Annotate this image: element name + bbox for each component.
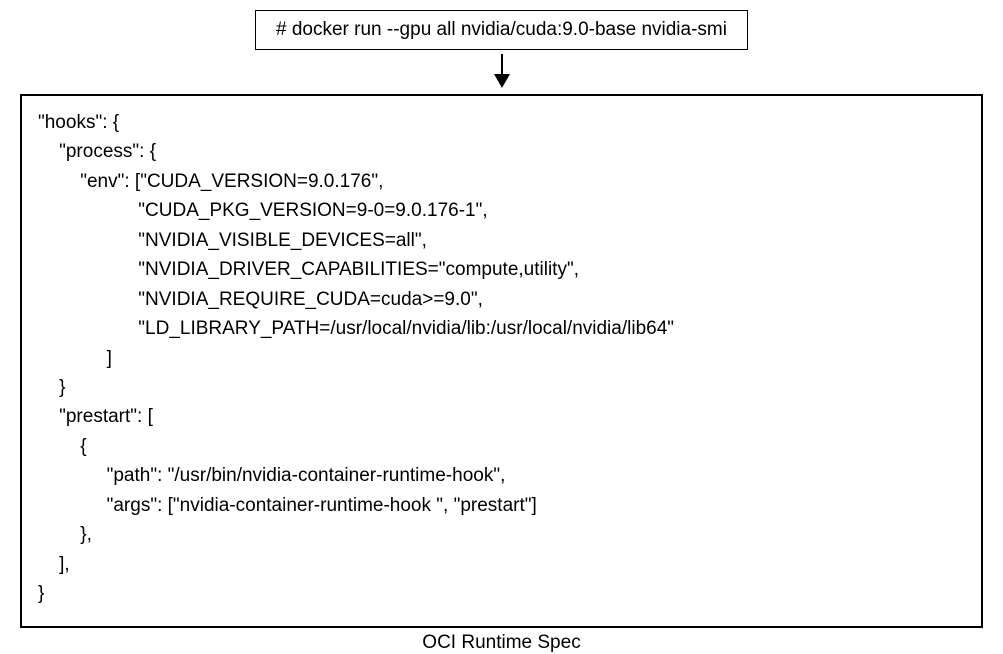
env-item-1: "CUDA_PKG_VERSION=9-0=9.0.176-1", [38, 200, 488, 221]
hooks-key: "hooks": { [38, 112, 119, 133]
prestart-obj-close: }, [38, 524, 92, 545]
docker-command-box: # docker run --gpu all nvidia/cuda:9.0-b… [255, 10, 748, 50]
prestart-close: ], [38, 554, 70, 575]
prestart-open: { [38, 436, 87, 457]
env-item-2: "NVIDIA_VISIBLE_DEVICES=all", [38, 230, 427, 251]
oci-spec-box: "hooks": { "process": { "env": ["CUDA_VE… [20, 94, 983, 628]
process-key: "process": { [38, 141, 156, 162]
arrow-container [20, 54, 983, 88]
hooks-close: } [38, 583, 44, 604]
process-close: } [38, 377, 65, 398]
prestart-args: "args": ["nvidia-container-runtime-hook … [38, 495, 537, 516]
down-arrow-icon [490, 54, 514, 88]
prestart-path: "path": "/usr/bin/nvidia-container-runti… [38, 465, 505, 486]
prestart-key: "prestart": [ [38, 406, 153, 427]
env-item-3: "NVIDIA_DRIVER_CAPABILITIES="compute,uti… [38, 259, 579, 280]
env-item-4: "NVIDIA_REQUIRE_CUDA=cuda>=9.0", [38, 289, 483, 310]
env-key: "env": [ [38, 171, 140, 192]
caption-text: OCI Runtime Spec [20, 632, 983, 654]
env-item-5: "LD_LIBRARY_PATH=/usr/local/nvidia/lib:/… [38, 318, 674, 339]
docker-command-text: # docker run --gpu all nvidia/cuda:9.0-b… [276, 19, 727, 40]
env-close: ] [38, 348, 112, 369]
env-item-0: "CUDA_VERSION=9.0.176", [140, 171, 383, 192]
